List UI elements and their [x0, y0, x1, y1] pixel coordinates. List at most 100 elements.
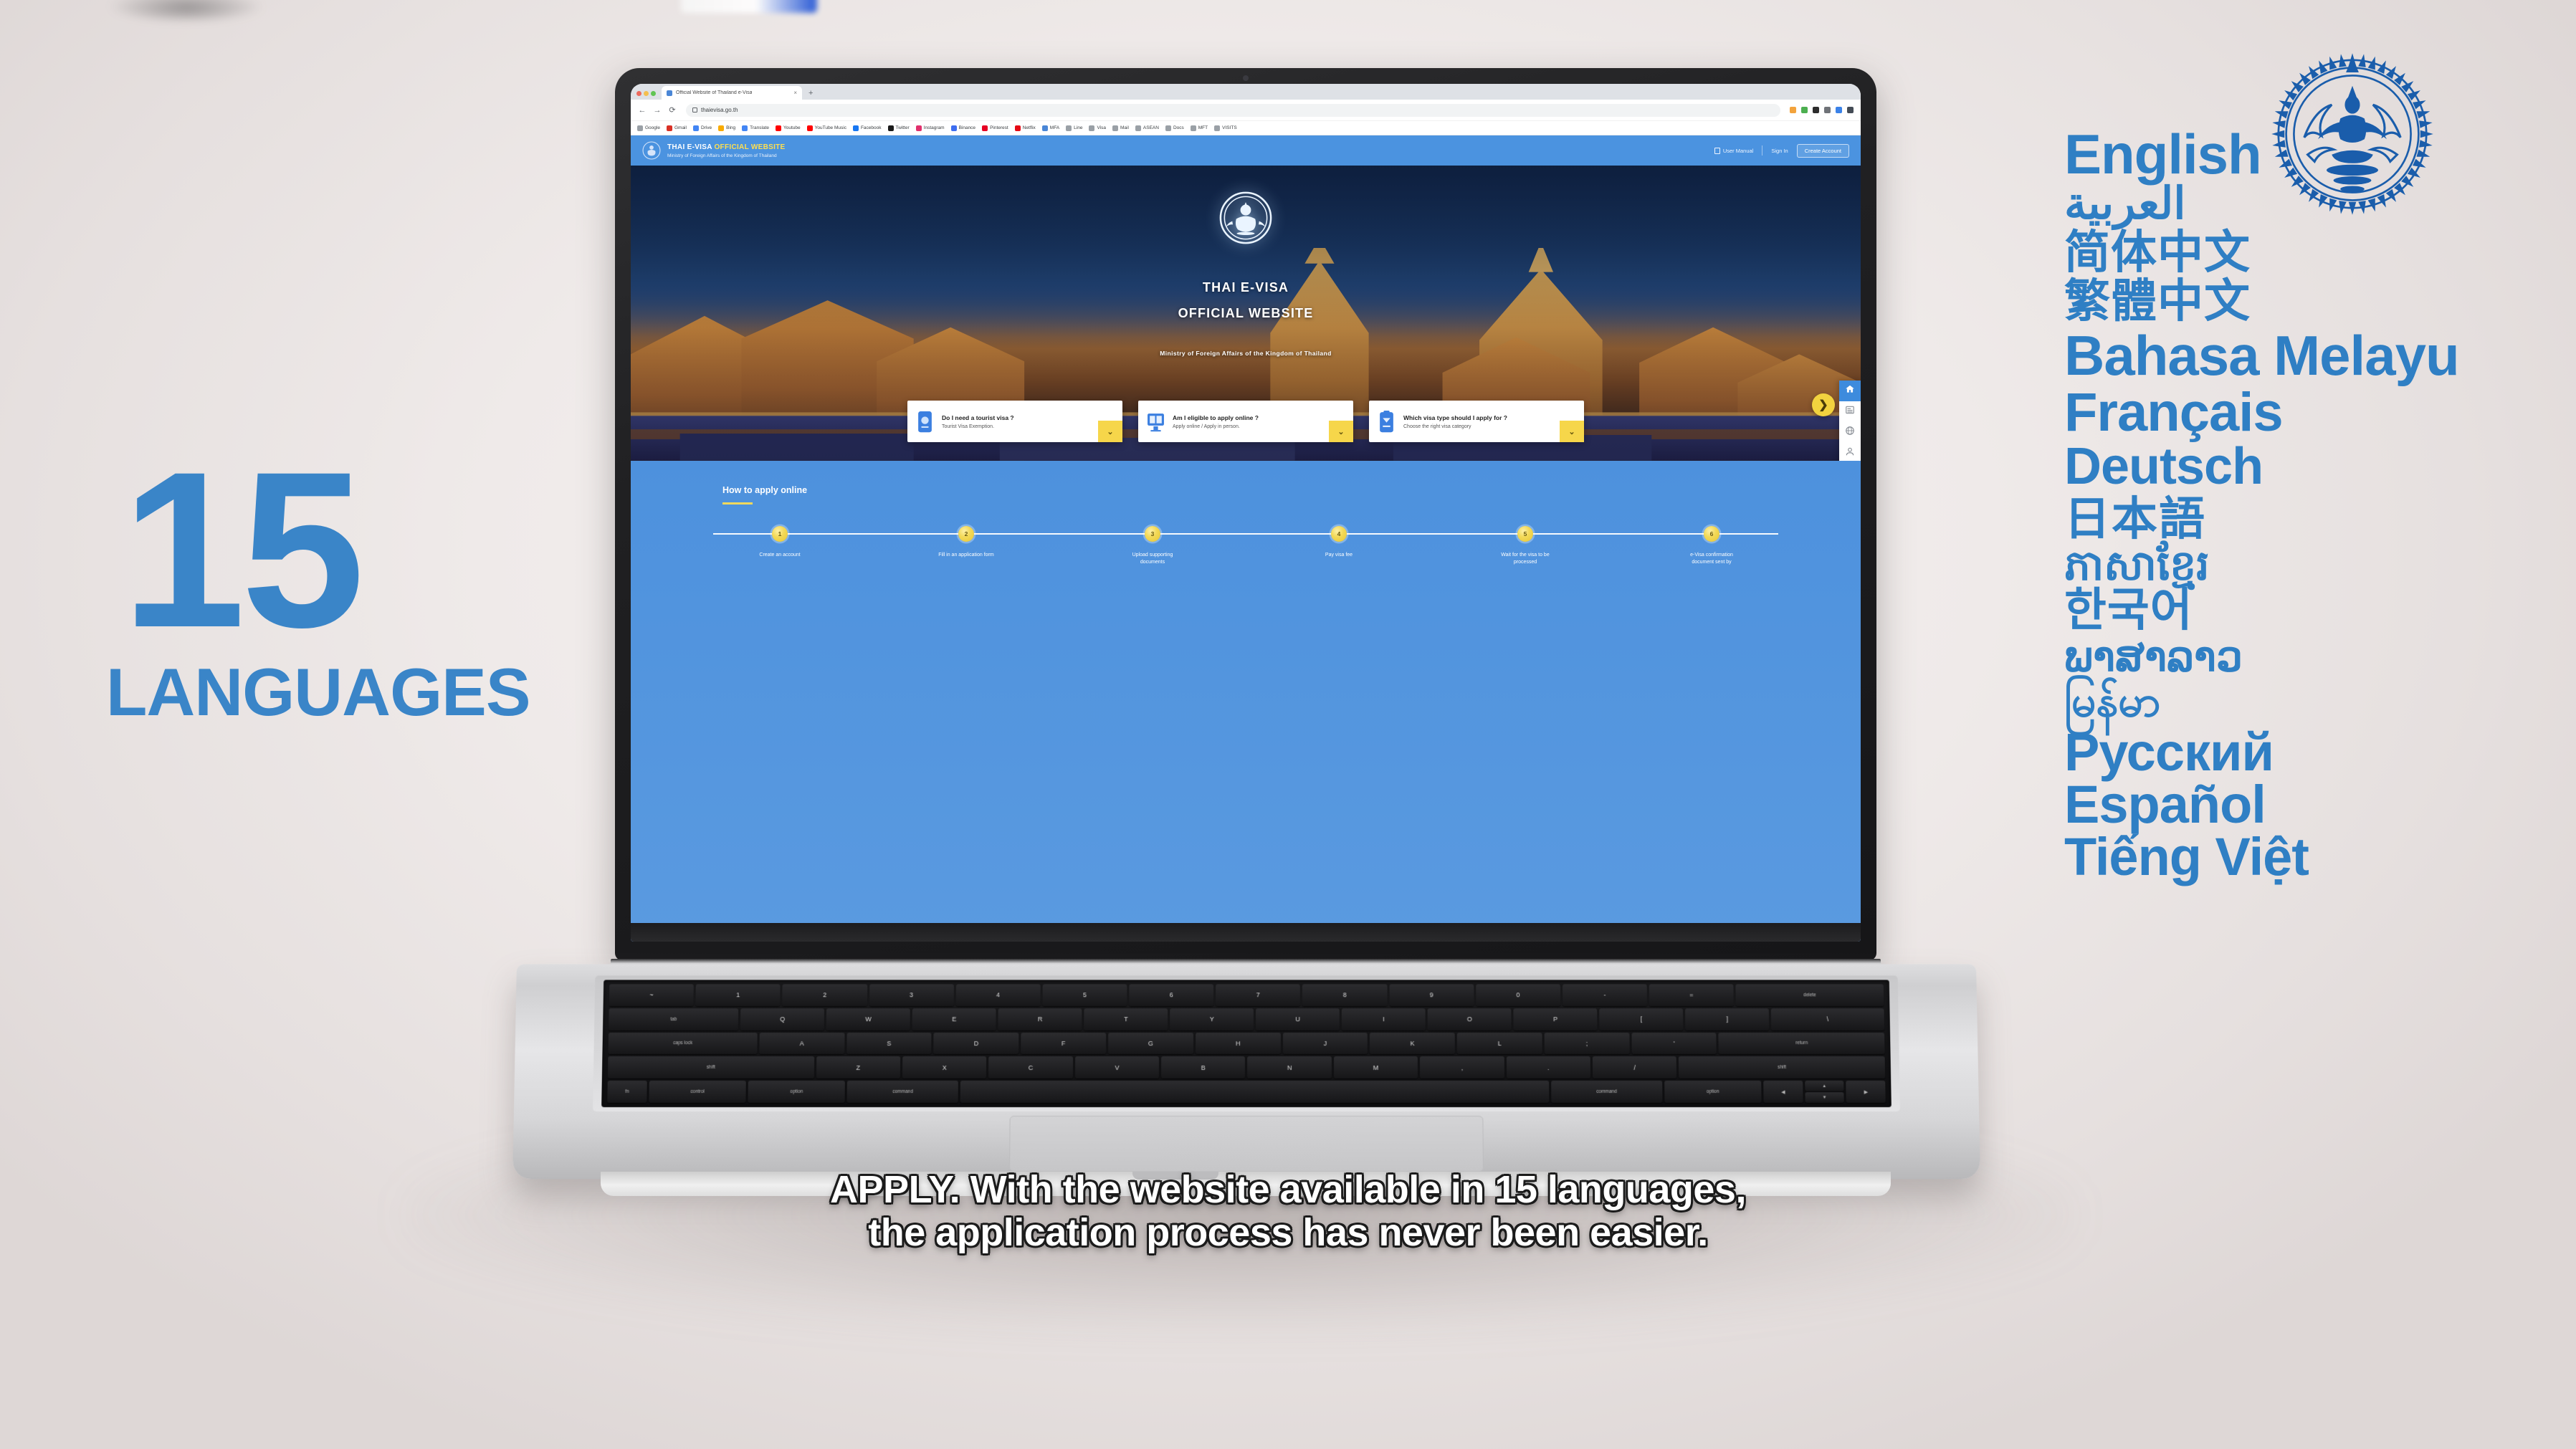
key-k[interactable]: K [1370, 1032, 1455, 1055]
window-controls[interactable] [635, 91, 659, 100]
key-fn[interactable]: fn [607, 1081, 647, 1103]
bookmark-item[interactable]: Pinterest [982, 125, 1008, 131]
user-manual-link[interactable]: User Manual [1714, 147, 1753, 154]
key-4[interactable]: 4 [955, 984, 1041, 1007]
key-i[interactable]: I [1341, 1008, 1426, 1030]
rail-item-news[interactable] [1839, 401, 1861, 422]
key-h[interactable]: H [1195, 1032, 1281, 1055]
bookmark-item[interactable]: Visa [1089, 125, 1106, 131]
key-tab[interactable]: tab [608, 1008, 739, 1030]
key-8[interactable]: 8 [1302, 984, 1388, 1007]
key-shift[interactable]: shift [607, 1056, 814, 1079]
bookmark-item[interactable]: Netflix [1014, 125, 1036, 131]
arrow-key-cluster[interactable]: ◀ ▲ ▼ ▶ [1763, 1081, 1886, 1104]
bookmark-item[interactable]: Drive [692, 125, 712, 131]
rail-item-globe[interactable] [1839, 422, 1861, 443]
key-caps-lock[interactable]: caps lock [608, 1032, 758, 1055]
bookmark-item[interactable]: MFA [1041, 125, 1059, 131]
key-control[interactable]: control [649, 1081, 746, 1103]
extension-icon[interactable] [1790, 107, 1796, 113]
key-n[interactable]: N [1247, 1056, 1332, 1079]
bookmark-item[interactable]: Docs [1165, 125, 1184, 131]
key-arrow-right[interactable]: ▶ [1846, 1081, 1886, 1103]
info-card[interactable]: Am I eligible to apply online ? Apply onl… [1138, 401, 1353, 442]
rail-item-contact[interactable] [1839, 443, 1861, 461]
apply-step[interactable]: 6 e-Visa confirmation document sent by [1618, 525, 1805, 566]
bookmark-item[interactable]: Bing [718, 125, 735, 131]
bookmark-item[interactable]: Translate [742, 125, 769, 131]
reload-icon[interactable]: ⟳ [668, 106, 677, 115]
key-z[interactable]: Z [816, 1056, 901, 1079]
trackpad[interactable] [1009, 1116, 1484, 1172]
key-delete[interactable]: delete [1735, 984, 1884, 1007]
bookmark-item[interactable]: MFT [1190, 125, 1208, 131]
key-shift[interactable]: shift [1679, 1056, 1886, 1079]
extension-icon[interactable] [1847, 107, 1854, 113]
bookmark-item[interactable]: Twitter [887, 125, 910, 131]
key-command[interactable]: command [846, 1081, 959, 1103]
key-d[interactable]: D [933, 1032, 1019, 1055]
extension-icon[interactable] [1801, 107, 1808, 113]
key-m[interactable]: M [1333, 1056, 1418, 1079]
key-l[interactable]: L [1456, 1032, 1542, 1055]
key-arrow-left[interactable]: ◀ [1763, 1081, 1803, 1103]
chevron-down-icon[interactable]: ⌄ [1560, 421, 1584, 442]
key-3[interactable]: 3 [869, 984, 954, 1007]
bookmark-item[interactable]: Google [637, 125, 660, 131]
key-2[interactable]: 2 [782, 984, 867, 1007]
sign-in-link[interactable]: Sign In [1771, 148, 1788, 154]
key--[interactable]: , [1420, 1056, 1504, 1079]
key-y[interactable]: Y [1170, 1008, 1254, 1030]
bookmark-item[interactable]: Facebook [852, 125, 882, 131]
new-tab-button[interactable]: + [804, 89, 817, 100]
key-1[interactable]: 1 [695, 984, 781, 1007]
bookmark-item[interactable]: Gmail [666, 125, 687, 131]
bookmarks-bar[interactable]: Google Gmail Drive Bing Translate Youtube YouT… [631, 121, 1861, 135]
key-9[interactable]: 9 [1389, 984, 1474, 1007]
bookmark-item[interactable]: Binance [950, 125, 975, 131]
key--[interactable]: - [1562, 984, 1648, 1007]
key-o[interactable]: O [1427, 1008, 1512, 1030]
key-p[interactable]: P [1513, 1008, 1598, 1030]
key-5[interactable]: 5 [1042, 984, 1127, 1007]
key-option[interactable]: option [748, 1081, 846, 1103]
key-space[interactable] [960, 1081, 1550, 1103]
key-f[interactable]: F [1021, 1032, 1107, 1055]
browser-tab[interactable]: Official Website of Thailand e-Visa × [662, 86, 802, 100]
chevron-down-icon[interactable]: ⌄ [1329, 421, 1353, 442]
bookmark-item[interactable]: Instagram [915, 125, 945, 131]
key-u[interactable]: U [1256, 1008, 1340, 1030]
key-arrow-down[interactable]: ▼ [1805, 1092, 1845, 1104]
key-x[interactable]: X [902, 1056, 987, 1079]
key-s[interactable]: S [846, 1032, 932, 1055]
bookmark-item[interactable]: VISITS [1214, 125, 1237, 131]
key-0[interactable]: 0 [1475, 984, 1561, 1007]
apply-step[interactable]: 1 Create an account [687, 525, 873, 566]
side-rail[interactable] [1839, 381, 1861, 461]
key-t[interactable]: T [1084, 1008, 1168, 1030]
key-e[interactable]: E [912, 1008, 996, 1030]
chevron-down-icon[interactable]: ⌄ [1098, 421, 1122, 442]
key--[interactable]: \ [1770, 1008, 1885, 1030]
key-r[interactable]: R [998, 1008, 1082, 1030]
apply-step[interactable]: 5 Wait for the visa to be processed [1432, 525, 1618, 566]
key-6[interactable]: 6 [1129, 984, 1214, 1007]
back-icon[interactable]: ← [638, 106, 647, 115]
key--[interactable]: ; [1544, 1032, 1630, 1055]
bookmark-item[interactable]: YouTube Music [806, 125, 846, 131]
key-return[interactable]: return [1718, 1032, 1885, 1055]
extension-icon[interactable] [1824, 107, 1831, 113]
key-command[interactable]: command [1550, 1081, 1663, 1103]
key-option[interactable]: option [1664, 1081, 1762, 1103]
key-g[interactable]: G [1108, 1032, 1193, 1055]
key-7[interactable]: 7 [1216, 984, 1301, 1007]
key-arrow-up[interactable]: ▲ [1804, 1081, 1844, 1091]
bookmark-item[interactable]: ASEAN [1135, 125, 1159, 131]
key-c[interactable]: C [988, 1056, 1073, 1079]
key-w[interactable]: W [826, 1008, 911, 1030]
close-window-button[interactable] [636, 91, 641, 96]
key-v[interactable]: V [1074, 1056, 1160, 1079]
bookmark-item[interactable]: Youtube [776, 125, 801, 131]
bookmark-item[interactable]: Line [1066, 125, 1082, 131]
key-b[interactable]: B [1161, 1056, 1246, 1079]
